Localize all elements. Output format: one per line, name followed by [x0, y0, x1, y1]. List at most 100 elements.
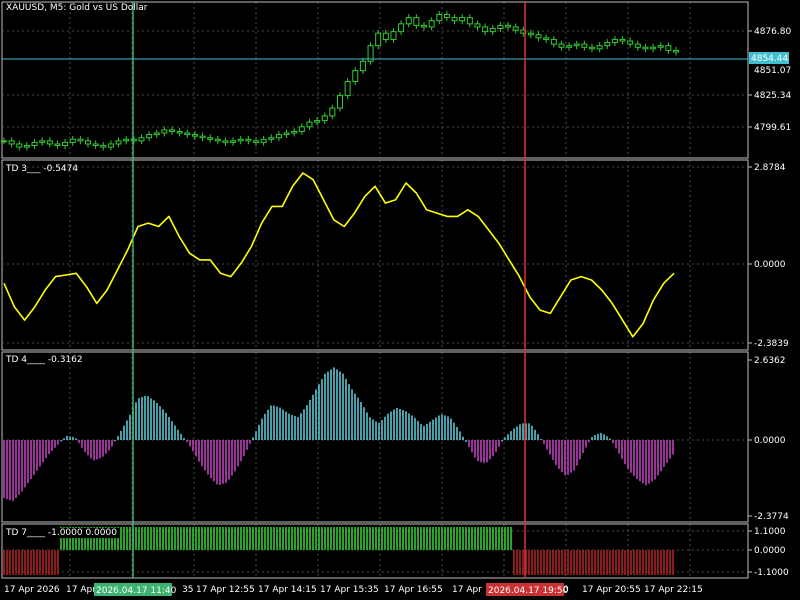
price-axis-label: 4876.80 [754, 27, 791, 37]
time-axis-label: 17 Apr 22:15 [644, 585, 703, 595]
candle-body [314, 120, 321, 123]
candle-body [634, 43, 641, 48]
candle-body [31, 141, 38, 147]
candle-body [352, 70, 359, 83]
candle-body [359, 60, 366, 72]
time-axis-label: 17 Apr 1 [452, 585, 490, 595]
candle-body [138, 137, 145, 142]
candle-body [146, 134, 153, 139]
candle-body [191, 134, 198, 137]
candle-body [543, 37, 550, 40]
candle-body [436, 13, 443, 22]
candle-body [337, 95, 343, 109]
candle-body [482, 26, 489, 33]
time-axis-label: 17 Apr [66, 585, 96, 595]
time-axis-label: 17 Apr 12:55 [196, 585, 255, 595]
candle-body [115, 140, 122, 145]
cursor-time-label-green: 2026.04.17 11:40 [96, 586, 177, 596]
candle-body [62, 141, 69, 147]
chart-background [0, 0, 800, 600]
td7-axis-label: -1.1000 [754, 568, 789, 578]
td4-axis-label: 2.6362 [754, 356, 786, 366]
price-axis-label: 4825.34 [754, 91, 791, 101]
cursor-time-label-red: 2026.04.17 19:50 [488, 586, 569, 596]
td7-axis-label: 1.1000 [754, 527, 786, 537]
candle-body [253, 140, 259, 143]
candle-body [275, 134, 282, 139]
candle-body [611, 38, 618, 44]
time-axis-label: 17 Apr 20:55 [582, 585, 641, 595]
candle-body [107, 143, 114, 148]
candle-body [321, 115, 328, 122]
candle-body [85, 140, 91, 145]
candle-body [245, 138, 252, 142]
candle-body [405, 17, 412, 25]
candle-body [123, 138, 130, 142]
time-axis-label: 17 Apr 14:15 [258, 585, 317, 595]
candle-body [298, 126, 305, 132]
candle-body [169, 129, 175, 132]
candle-body [77, 138, 84, 142]
candle-body [428, 20, 435, 28]
candle-body [566, 45, 573, 48]
candle-body [237, 138, 244, 142]
price-axis-label: 4851.07 [754, 66, 791, 76]
candle-body [619, 38, 626, 42]
candle-body [344, 81, 351, 97]
candle-body [535, 34, 542, 39]
candle-body [443, 13, 450, 19]
candle-body [573, 43, 580, 47]
candle-body [291, 130, 298, 134]
candle-body [176, 130, 183, 134]
candle-body [466, 17, 473, 25]
candle-body [512, 26, 519, 31]
candle-body [222, 140, 229, 143]
candle-body [382, 32, 389, 40]
candle-body [23, 145, 30, 148]
candle-body [54, 143, 61, 147]
candle-body [161, 129, 168, 134]
candle-body [329, 107, 336, 117]
candle-body [207, 137, 214, 140]
time-axis-label: 17 Apr 15:35 [320, 585, 379, 595]
candle-body [92, 143, 99, 147]
candle-body [550, 38, 557, 45]
candle-body [184, 132, 191, 136]
td3-axis-label: -2.3839 [754, 339, 789, 349]
candle-body [589, 46, 595, 50]
candle-body [16, 143, 23, 148]
candle-body [153, 132, 160, 136]
candle-body [497, 24, 504, 30]
candle-body [489, 28, 496, 33]
candle-body [100, 145, 107, 148]
candle-body [657, 45, 664, 48]
current-price-label: 4854.44 [751, 54, 788, 64]
chart-canvas[interactable]: 4876.80 4825.34 4799.61 2.8784 0.0000 -2.3839… [0, 0, 800, 600]
candle-body [665, 45, 672, 51]
candle-body [459, 17, 466, 22]
candle-body [421, 24, 427, 28]
candle-body [260, 138, 267, 143]
candle-body [390, 31, 397, 40]
candle-body [230, 140, 237, 143]
candle-body [451, 17, 458, 22]
candle-body [398, 23, 405, 33]
candle-body [1, 140, 7, 143]
price-axis-label: 4799.61 [754, 123, 791, 133]
candle-body [130, 138, 137, 142]
candle-body [39, 140, 46, 143]
td3-axis-label: 0.0000 [754, 260, 786, 270]
candle-body [581, 43, 588, 48]
td4-axis-label: -2.3774 [754, 512, 789, 522]
candle-body [558, 43, 565, 48]
candle-body [268, 137, 275, 140]
candle-body [650, 46, 657, 50]
candle-body [505, 24, 511, 28]
candle-body [527, 32, 534, 36]
candle-body [673, 49, 679, 53]
candle-body [627, 40, 634, 45]
candle-body [306, 121, 313, 128]
candle-body [413, 17, 420, 26]
td7-axis-label: 0.0000 [754, 546, 786, 556]
time-axis-label: 17 Apr 16:55 [384, 585, 443, 595]
